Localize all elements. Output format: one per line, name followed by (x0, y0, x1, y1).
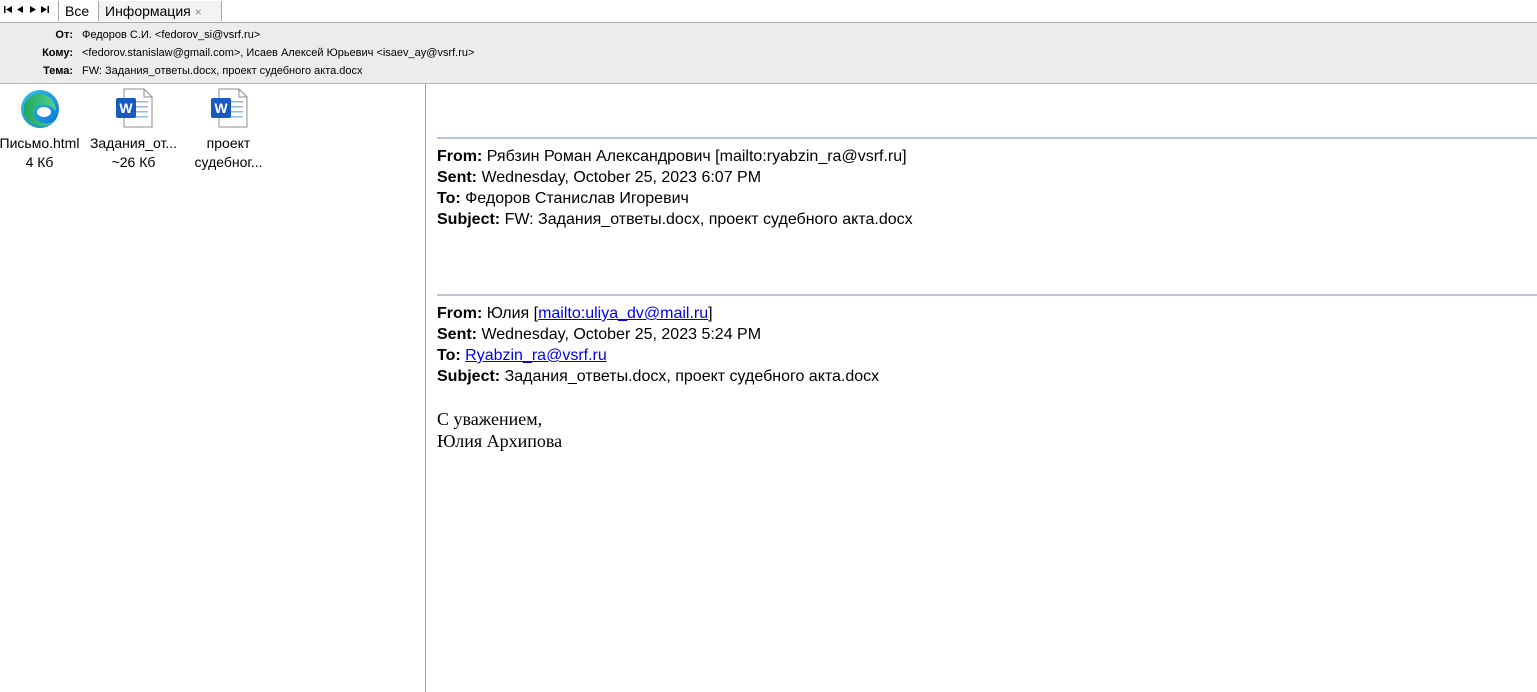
attachment-size: судебног... (194, 154, 263, 170)
to-label: Кому: (42, 47, 73, 59)
fw1-from-value: Рябзин Роман Александрович [mailto:ryabz… (486, 148, 907, 165)
message-body: From: Рябзин Роман Александрович [mailto… (426, 84, 1537, 692)
word-document-icon: W (114, 87, 154, 131)
forwarded-header-2: From: Юлия [mailto:uliya_dv@mail.ru] Sen… (437, 303, 879, 387)
attachment-size: 4 Кб (25, 154, 54, 170)
attachment-letter-html[interactable]: Письмо.html 4 Кб (0, 84, 87, 172)
fw2-to-link[interactable]: Ryabzin_ra@vsrf.ru (465, 347, 607, 364)
close-tab-icon[interactable]: × (195, 5, 202, 19)
tab-all[interactable]: Все (58, 1, 96, 21)
tab-info[interactable]: Информация × (98, 1, 222, 21)
subject-label: Тема: (43, 65, 73, 77)
separator-line (437, 294, 1537, 296)
attachment-draft-docx[interactable]: W проект судебног... (181, 84, 276, 172)
fw2-from-name: Юлия (486, 305, 530, 322)
fw2-to-label: To: (437, 347, 461, 364)
last-tab-icon[interactable] (38, 2, 50, 16)
forwarded-header-1: From: Рябзин Роман Александрович [mailto… (437, 146, 913, 230)
word-document-icon: W (209, 87, 249, 131)
subject-value: FW: Задания_ответы.docx, проект судебног… (82, 65, 363, 77)
first-tab-icon[interactable] (2, 2, 14, 16)
fw2-subject-label: Subject: (437, 368, 501, 385)
tab-all-label: Все (65, 3, 90, 19)
fw1-subject-value: FW: Задания_ответы.docx, проект судебног… (504, 211, 913, 228)
fw2-from-label: From: (437, 305, 483, 322)
fw1-sent-value: Wednesday, October 25, 2023 6:07 PM (481, 169, 762, 186)
attachment-name: проект (206, 135, 251, 151)
fw1-to-label: To: (437, 190, 461, 207)
fw2-from-close: ] (708, 305, 713, 322)
signature-name: Юлия Архипова (437, 431, 563, 451)
attachment-name: Письмо.html (0, 135, 80, 151)
next-tab-icon[interactable] (26, 2, 38, 16)
from-label: От: (55, 29, 73, 41)
fw1-from-label: From: (437, 148, 483, 165)
prev-tab-icon[interactable] (14, 2, 26, 16)
tab-info-label: Информация (105, 3, 191, 19)
attachment-name: Задания_от... (89, 135, 178, 151)
to-value[interactable]: <fedorov.stanislaw@gmail.com>, Исаев Але… (82, 44, 474, 62)
svg-text:W: W (214, 100, 228, 116)
fw2-from-link[interactable]: mailto:uliya_dv@mail.ru (538, 305, 708, 322)
fw2-subject-value: Задания_ответы.docx, проект судебного ак… (504, 368, 880, 385)
fw2-sent-value: Wednesday, October 25, 2023 5:24 PM (481, 326, 762, 343)
fw1-subject-label: Subject: (437, 211, 501, 228)
edge-browser-icon (20, 87, 60, 131)
signature-greeting: С уважением, (437, 409, 543, 429)
svg-text:W: W (119, 100, 133, 116)
attachments-pane: Письмо.html 4 Кб W Задания_от... ~26 Кб (0, 84, 426, 692)
fw1-to-value: Федоров Станислав Игоревич (465, 190, 689, 207)
attachment-tasks-docx[interactable]: W Задания_от... ~26 Кб (86, 84, 181, 172)
separator-line (437, 137, 1537, 139)
message-header: От: Федоров С.И. <fedorov_si@vsrf.ru> Ко… (0, 23, 1537, 84)
attachment-size: ~26 Кб (111, 154, 156, 170)
tab-navigation (2, 2, 50, 18)
from-value[interactable]: Федоров С.И. <fedorov_si@vsrf.ru> (82, 26, 260, 44)
fw1-sent-label: Sent: (437, 169, 477, 186)
fw2-sent-label: Sent: (437, 326, 477, 343)
signature: С уважением, Юлия Архипова (437, 408, 562, 452)
tab-bar: Все Информация × (0, 0, 1537, 23)
